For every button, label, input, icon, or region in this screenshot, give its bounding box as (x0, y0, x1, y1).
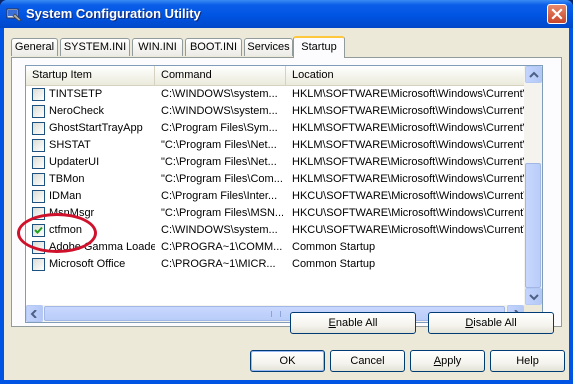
startup-item-checkbox[interactable] (32, 190, 45, 203)
chevron-up-icon (529, 71, 539, 78)
startup-item-checkbox[interactable] (32, 224, 45, 237)
tab-general[interactable]: General (11, 38, 58, 56)
vertical-scrollbar[interactable] (524, 66, 542, 305)
close-button[interactable] (547, 4, 567, 24)
startup-item-name: SHSTAT (49, 139, 91, 151)
title-bar[interactable]: System Configuration Utility (0, 0, 573, 28)
startup-item-location: HKLM\SOFTWARE\Microsoft\Windows\CurrentV… (292, 173, 524, 185)
chevron-down-icon (529, 294, 539, 301)
window-title: System Configuration Utility (26, 6, 201, 21)
column-header-command[interactable]: Command (155, 66, 286, 85)
list-item[interactable]: TBMon "C:\Program Files\Com... HKLM\SOFTWA… (26, 171, 524, 188)
tab-startup[interactable]: Startup (293, 36, 345, 58)
list-item[interactable]: NeroCheck C:\WINDOWS\system... HKLM\SOFTWA… (26, 103, 524, 120)
startup-item-command: "C:\Program Files\MSN... (161, 207, 283, 219)
startup-item-location: HKLM\SOFTWARE\Microsoft\Windows\CurrentV… (292, 88, 524, 100)
startup-item-location: HKLM\SOFTWARE\Microsoft\Windows\CurrentV… (292, 122, 524, 134)
apply-mnemonic: A (433, 355, 442, 367)
startup-item-command: C:\WINDOWS\system... (161, 105, 278, 117)
scroll-down-button[interactable] (525, 288, 542, 305)
startup-item-location: HKCU\SOFTWARE\Microsoft\Windows\CurrentV… (292, 224, 524, 236)
enable-all-label: nable All (335, 317, 378, 329)
startup-item-command: C:\Program Files\Sym... (161, 122, 278, 134)
list-item[interactable]: UpdaterUI "C:\Program Files\Net... HKLM\SO… (26, 154, 524, 171)
tab-services[interactable]: Services (244, 38, 293, 56)
startup-item-name: GhostStartTrayApp (49, 122, 143, 134)
startup-item-location: HKLM\SOFTWARE\Microsoft\Windows\CurrentV… (292, 105, 524, 117)
startup-item-name: MsnMsgr (49, 207, 95, 219)
ok-button[interactable]: OK (250, 350, 325, 372)
startup-tab-panel: Startup Item Command Location TINTSETP C:… (11, 57, 562, 327)
startup-item-location: HKCU\SOFTWARE\Microsoft\Windows\CurrentV… (292, 207, 524, 219)
disable-all-label: isable All (473, 317, 517, 329)
tab-system-ini[interactable]: SYSTEM.INI (60, 38, 130, 56)
list-item[interactable]: SHSTAT "C:\Program Files\Net... HKLM\SOFTW… (26, 137, 524, 154)
system-configuration-window: System Configuration Utility General SYS… (0, 0, 573, 384)
list-item[interactable]: ctfmon C:\WINDOWS\system... HKCU\SOFTWARE\… (26, 222, 524, 239)
startup-item-location: HKLM\SOFTWARE\Microsoft\Windows\CurrentV… (292, 139, 524, 151)
scroll-up-button[interactable] (525, 66, 542, 83)
list-item[interactable]: Adobe Gamma Loader C:\PROGRA~1\COMM... Com… (26, 239, 524, 256)
scroll-left-button[interactable] (26, 305, 43, 322)
startup-item-location: HKLM\SOFTWARE\Microsoft\Windows\CurrentV… (292, 156, 524, 168)
startup-item-name: NeroCheck (49, 105, 105, 117)
startup-item-command: "C:\Program Files\Net... (161, 139, 277, 151)
startup-item-location: Common Startup (292, 241, 376, 253)
checkmark-icon (34, 226, 43, 234)
disable-all-button[interactable]: Disable All (428, 312, 554, 334)
startup-item-command: C:\Program Files\Inter... (161, 190, 278, 202)
list-item[interactable]: IDMan C:\Program Files\Inter... HKCU\SOFTW… (26, 188, 524, 205)
startup-item-command: C:\WINDOWS\system... (161, 88, 278, 100)
list-item[interactable]: TINTSETP C:\WINDOWS\system... HKLM\SOFTWAR… (26, 86, 524, 103)
list-item[interactable]: GhostStartTrayApp C:\Program Files\Sym...… (26, 120, 524, 137)
startup-item-checkbox[interactable] (32, 88, 45, 101)
tab-win-ini[interactable]: WIN.INI (132, 38, 183, 56)
startup-item-name: Adobe Gamma Loader (49, 241, 155, 253)
dialog-client-area: General SYSTEM.INI WIN.INI BOOT.INI Serv… (4, 28, 569, 380)
startup-item-name: IDMan (49, 190, 82, 202)
tab-boot-ini[interactable]: BOOT.INI (185, 38, 242, 56)
startup-item-location: HKCU\SOFTWARE\Microsoft\Windows\CurrentV… (292, 190, 524, 202)
list-header: Startup Item Command Location (26, 66, 524, 86)
startup-item-checkbox[interactable] (32, 156, 45, 169)
startup-item-command: "C:\Program Files\Com... (161, 173, 283, 185)
column-header-location[interactable]: Location (286, 66, 524, 85)
startup-item-checkbox[interactable] (32, 139, 45, 152)
startup-item-name: TINTSETP (49, 88, 103, 100)
scroll-grip (271, 311, 281, 317)
startup-item-checkbox[interactable] (32, 105, 45, 118)
close-icon (551, 8, 563, 20)
apply-button[interactable]: Apply (410, 350, 485, 372)
startup-item-checkbox[interactable] (32, 241, 45, 254)
apply-label: pply (441, 355, 462, 367)
startup-item-name: UpdaterUI (49, 156, 100, 168)
startup-item-checkbox[interactable] (32, 173, 45, 186)
system-config-icon (6, 6, 22, 22)
startup-item-checkbox[interactable] (32, 122, 45, 135)
list-item[interactable]: MsnMsgr "C:\Program Files\MSN... HKCU\SOFT… (26, 205, 524, 222)
startup-item-location: Common Startup (292, 258, 376, 270)
startup-item-command: C:\PROGRA~1\COMM... (161, 241, 283, 253)
startup-item-command: "C:\Program Files\Net... (161, 156, 277, 168)
enable-all-button[interactable]: Enable All (290, 312, 416, 334)
column-header-startup-item[interactable]: Startup Item (26, 66, 155, 85)
list-item[interactable]: Microsoft Office C:\PROGRA~1\MICR... Commo… (26, 256, 524, 273)
cancel-button[interactable]: Cancel (330, 350, 405, 372)
startup-item-name: ctfmon (49, 224, 83, 236)
startup-item-name: Microsoft Office (49, 258, 126, 270)
startup-item-name: TBMon (49, 173, 85, 185)
vertical-scroll-thumb[interactable] (525, 163, 541, 288)
startup-item-checkbox[interactable] (32, 207, 45, 220)
startup-item-checkbox[interactable] (32, 258, 45, 271)
enable-all-mnemonic: E (328, 317, 336, 329)
chevron-left-icon (30, 310, 37, 318)
startup-items-list[interactable]: Startup Item Command Location TINTSETP C:… (25, 65, 543, 323)
help-button[interactable]: Help (490, 350, 565, 372)
startup-item-command: C:\WINDOWS\system... (161, 224, 278, 236)
startup-item-command: C:\PROGRA~1\MICR... (161, 258, 276, 270)
